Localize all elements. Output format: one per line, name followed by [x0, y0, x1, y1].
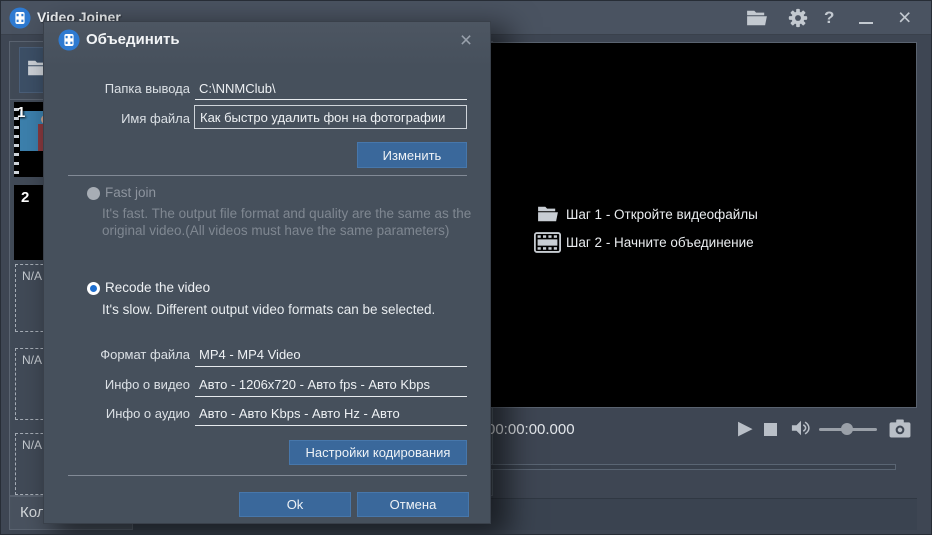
fast-join-label: Fast join [105, 185, 156, 200]
field-underline [195, 99, 467, 100]
file-format-value[interactable]: MP4 - MP4 Video [199, 347, 301, 362]
recode-description: It's slow. Different output video format… [102, 301, 492, 318]
recode-radio[interactable] [87, 282, 100, 295]
file-name-label: Имя файла [54, 111, 190, 126]
na-label: N/A [22, 269, 42, 283]
dialog-logo-icon [58, 29, 80, 51]
na-label: N/A [22, 438, 42, 452]
playback-time: 00:00:00.000 [487, 421, 575, 438]
dialog-title: Объединить [86, 31, 180, 48]
output-folder-label: Папка вывода [54, 81, 190, 96]
fast-join-radio[interactable] [87, 187, 100, 200]
stop-button[interactable] [764, 423, 777, 436]
ok-button[interactable]: Ok [239, 492, 351, 517]
file-name-input[interactable] [194, 105, 467, 129]
encoding-settings-button[interactable]: Настройки кодирования [289, 440, 467, 465]
settings-gear-icon[interactable] [787, 7, 809, 34]
video-info-value[interactable]: Авто - 1206x720 - Авто fps - Авто Kbps [199, 377, 430, 392]
step-2-label: Шаг 2 - Начните объединение [566, 235, 754, 250]
join-dialog: Объединить × Папка вывода C:\NNMClub\ Им… [43, 21, 491, 524]
open-folder-button[interactable] [746, 9, 768, 32]
app-window: Video Joiner ? × 1 2 [0, 0, 932, 535]
app-logo-icon [9, 7, 31, 29]
window-close-icon[interactable]: × [898, 4, 911, 31]
na-label: N/A [22, 353, 42, 367]
output-folder-value[interactable]: C:\NNMClub\ [199, 81, 276, 96]
thumbnail-number: 2 [21, 189, 29, 206]
section-divider [68, 175, 467, 176]
file-format-label: Формат файла [54, 347, 190, 362]
dialog-close-icon[interactable]: × [452, 28, 480, 54]
recode-label: Recode the video [105, 280, 210, 295]
change-button[interactable]: Изменить [357, 142, 467, 168]
field-underline [195, 366, 467, 367]
volume-icon[interactable] [790, 418, 812, 443]
fast-join-description: It's fast. The output file format and qu… [102, 205, 492, 239]
snapshot-camera-icon[interactable] [888, 419, 912, 443]
cancel-button[interactable]: Отмена [357, 492, 469, 517]
play-button[interactable]: ▶ [738, 419, 753, 439]
section-divider [68, 475, 467, 476]
folder-icon [537, 205, 559, 228]
step-1-label: Шаг 1 - Откройте видеофайлы [566, 207, 758, 222]
minimize-icon[interactable] [859, 22, 873, 24]
audio-info-label: Инфо о аудио [54, 406, 190, 421]
film-strip-icon [534, 232, 561, 258]
thumbnail-number: 1 [17, 104, 25, 121]
field-underline [195, 425, 467, 426]
video-info-label: Инфо о видео [54, 377, 190, 392]
volume-slider-knob[interactable] [841, 423, 853, 435]
help-icon[interactable]: ? [824, 8, 834, 28]
audio-info-value[interactable]: Авто - Авто Kbps - Авто Hz - Авто [199, 406, 400, 421]
field-underline [195, 396, 467, 397]
